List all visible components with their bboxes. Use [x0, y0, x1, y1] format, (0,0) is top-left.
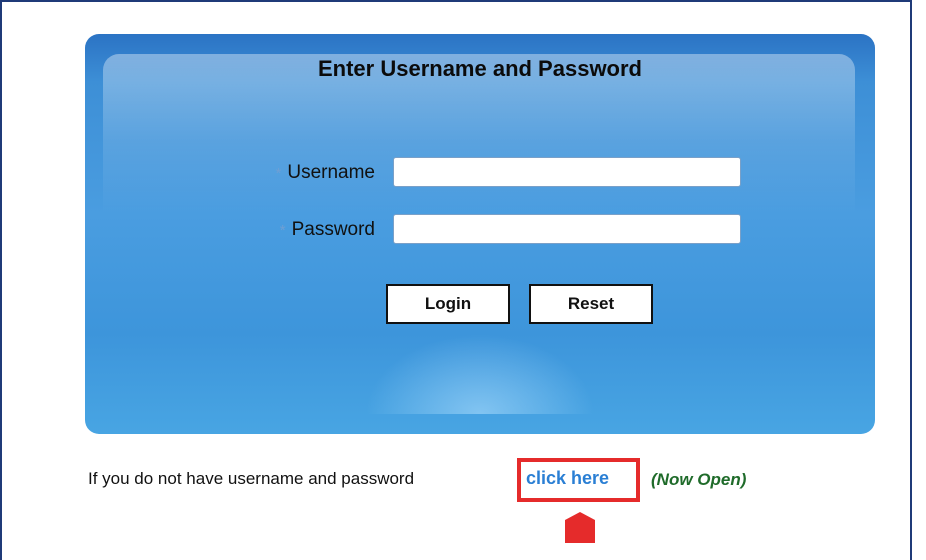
- required-marker: *: [275, 165, 282, 182]
- arrow-up-marker-icon: [565, 512, 595, 543]
- register-link[interactable]: click here: [526, 468, 609, 489]
- reset-button[interactable]: Reset: [529, 284, 653, 324]
- now-open-note: (Now Open): [651, 470, 747, 489]
- register-prompt: If you do not have username and password: [88, 469, 415, 488]
- username-label-row: * Username: [235, 162, 376, 184]
- login-button[interactable]: Login: [386, 284, 510, 324]
- username-input[interactable]: [393, 157, 741, 187]
- username-label: Username: [287, 162, 375, 183]
- required-marker: *: [279, 222, 286, 239]
- password-input[interactable]: [393, 214, 741, 244]
- password-label: Password: [291, 219, 375, 240]
- panel-title: Enter Username and Password: [317, 56, 642, 81]
- login-panel: Enter Username and Password * Username * P…: [85, 34, 875, 434]
- password-label-row: * Password: [235, 219, 375, 241]
- panel-glow: [365, 334, 595, 414]
